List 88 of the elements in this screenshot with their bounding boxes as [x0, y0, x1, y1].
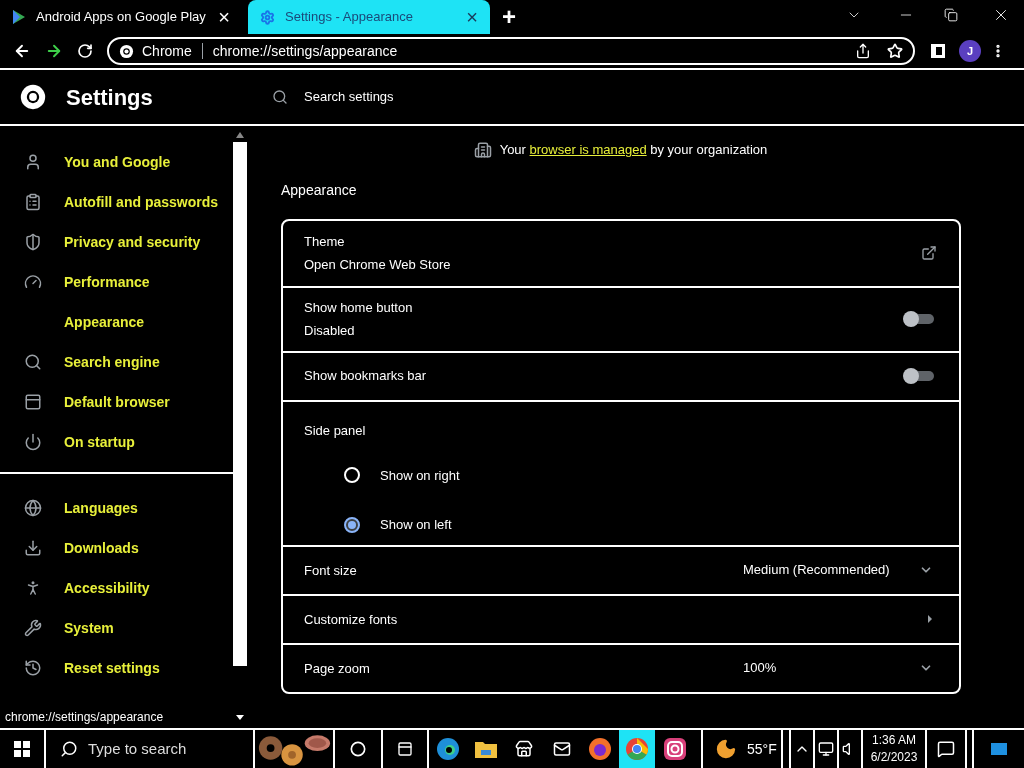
arrow-icon[interactable]: [927, 614, 933, 624]
shield-icon: [24, 233, 42, 251]
scroll-up-icon[interactable]: [236, 132, 244, 138]
mail-icon[interactable]: [553, 740, 571, 758]
dropdown[interactable]: Medium (Recommended): [743, 560, 933, 580]
forward-icon[interactable]: [45, 42, 63, 60]
sidebar-item[interactable]: Autofill and passwords: [0, 182, 233, 222]
cortana-icon[interactable]: [350, 741, 366, 757]
close-icon[interactable]: ×: [218, 7, 230, 27]
sidebar-item[interactable]: System: [0, 608, 233, 648]
managed-link[interactable]: browser is managed: [529, 142, 647, 157]
sidebar-item[interactable]: You and Google: [0, 142, 233, 182]
setting-label: Customize fonts: [304, 612, 398, 627]
temperature: 55°F: [747, 739, 777, 759]
windows-start-icon[interactable]: [14, 741, 30, 757]
sidebar-item[interactable]: Reset settings: [0, 648, 233, 688]
person-icon: [24, 153, 42, 171]
section-title: Appearance: [281, 180, 358, 200]
sidebar-item[interactable]: Downloads: [0, 528, 233, 568]
moon-icon: [715, 738, 737, 760]
task-view-icon[interactable]: [397, 741, 413, 757]
clock[interactable]: 1:36 AM 6/2/2023: [863, 730, 927, 768]
building-icon: [473, 140, 492, 159]
setting-label: Font size: [304, 563, 357, 578]
back-icon[interactable]: [13, 42, 31, 60]
setting-label: Show home button: [304, 298, 414, 317]
wrench-icon: [24, 619, 42, 637]
close-icon[interactable]: ×: [466, 7, 478, 27]
browser-tab[interactable]: Android Apps on Google Play ×: [0, 0, 242, 34]
dropdown[interactable]: 100%: [743, 658, 933, 678]
scrollbar-thumb[interactable]: [233, 142, 247, 666]
radio-label: Show on right: [380, 466, 460, 485]
sidebar-item[interactable]: Privacy and security: [0, 222, 233, 262]
profile-avatar[interactable]: J: [959, 40, 981, 62]
gauge-icon: [24, 273, 42, 291]
search-icon: [60, 740, 78, 758]
play-triangle-icon: [12, 9, 26, 25]
radio-label: Show on left: [380, 516, 452, 534]
setting-label: Side panel: [304, 422, 366, 438]
tab-title: Android Apps on Google Play: [36, 8, 207, 27]
history-icon: [24, 659, 42, 677]
side-panel-icon[interactable]: [931, 44, 945, 58]
caret-icon: [236, 714, 244, 720]
chrome-icon[interactable]: [625, 737, 649, 761]
sidebar-item[interactable]: Search engine: [0, 342, 233, 382]
external-link-icon[interactable]: [921, 245, 937, 261]
notification-icon[interactable]: [937, 740, 955, 758]
instagram-icon[interactable]: [663, 737, 687, 761]
restore-icon[interactable]: [944, 8, 958, 22]
setting-label: Theme: [304, 232, 346, 251]
site-label: Chrome: [142, 41, 192, 61]
status-url: chrome://settings/appearance: [5, 709, 165, 726]
tab-title: Settings - Appearance: [285, 8, 414, 27]
network-icon[interactable]: [818, 741, 834, 757]
address-field[interactable]: Chrome chrome://settings/appearance: [107, 37, 915, 65]
sidebar-item[interactable]: Appearance: [0, 302, 233, 342]
download-icon: [24, 539, 42, 557]
sidebar-item[interactable]: On startup: [0, 422, 233, 462]
power-icon: [24, 433, 42, 451]
bookmark-star-icon[interactable]: [887, 43, 903, 59]
sidebar-item[interactable]: Default browser: [0, 382, 233, 422]
radio-button[interactable]: [344, 516, 360, 533]
folder-icon[interactable]: [475, 740, 497, 758]
setting-description: Open Chrome Web Store: [304, 256, 452, 274]
taskbar-search-field[interactable]: Type to search: [46, 730, 255, 768]
edge-icon[interactable]: [436, 737, 460, 761]
search-field[interactable]: Search settings: [272, 79, 672, 115]
setting-label: Show bookmarks bar: [304, 367, 428, 386]
new-tab-button[interactable]: +: [502, 5, 516, 29]
browser-window-icon: [24, 393, 42, 411]
setting-description: Disabled: [304, 322, 356, 340]
search-icon: [24, 353, 42, 371]
clipboard-icon: [24, 193, 42, 211]
store-icon[interactable]: [515, 740, 533, 758]
browser-tab[interactable]: Settings - Appearance ×: [248, 0, 490, 34]
page-title: Settings: [66, 83, 154, 112]
sidebar-item[interactable]: Accessibility: [0, 568, 233, 608]
share-icon[interactable]: [855, 43, 871, 59]
url-text: chrome://settings/appearance: [212, 41, 399, 61]
settings-icon: [260, 9, 275, 25]
setting-label: Page zoom: [304, 661, 370, 676]
globe-icon: [24, 499, 42, 517]
reload-icon[interactable]: [77, 43, 93, 59]
search-icon: [272, 89, 288, 105]
sidebar-item[interactable]: Languages: [0, 488, 233, 528]
sidebar-item[interactable]: Performance: [0, 262, 233, 302]
firefox-icon[interactable]: [588, 737, 612, 761]
managed-notice: Your browser is managed by your organization: [499, 141, 768, 159]
